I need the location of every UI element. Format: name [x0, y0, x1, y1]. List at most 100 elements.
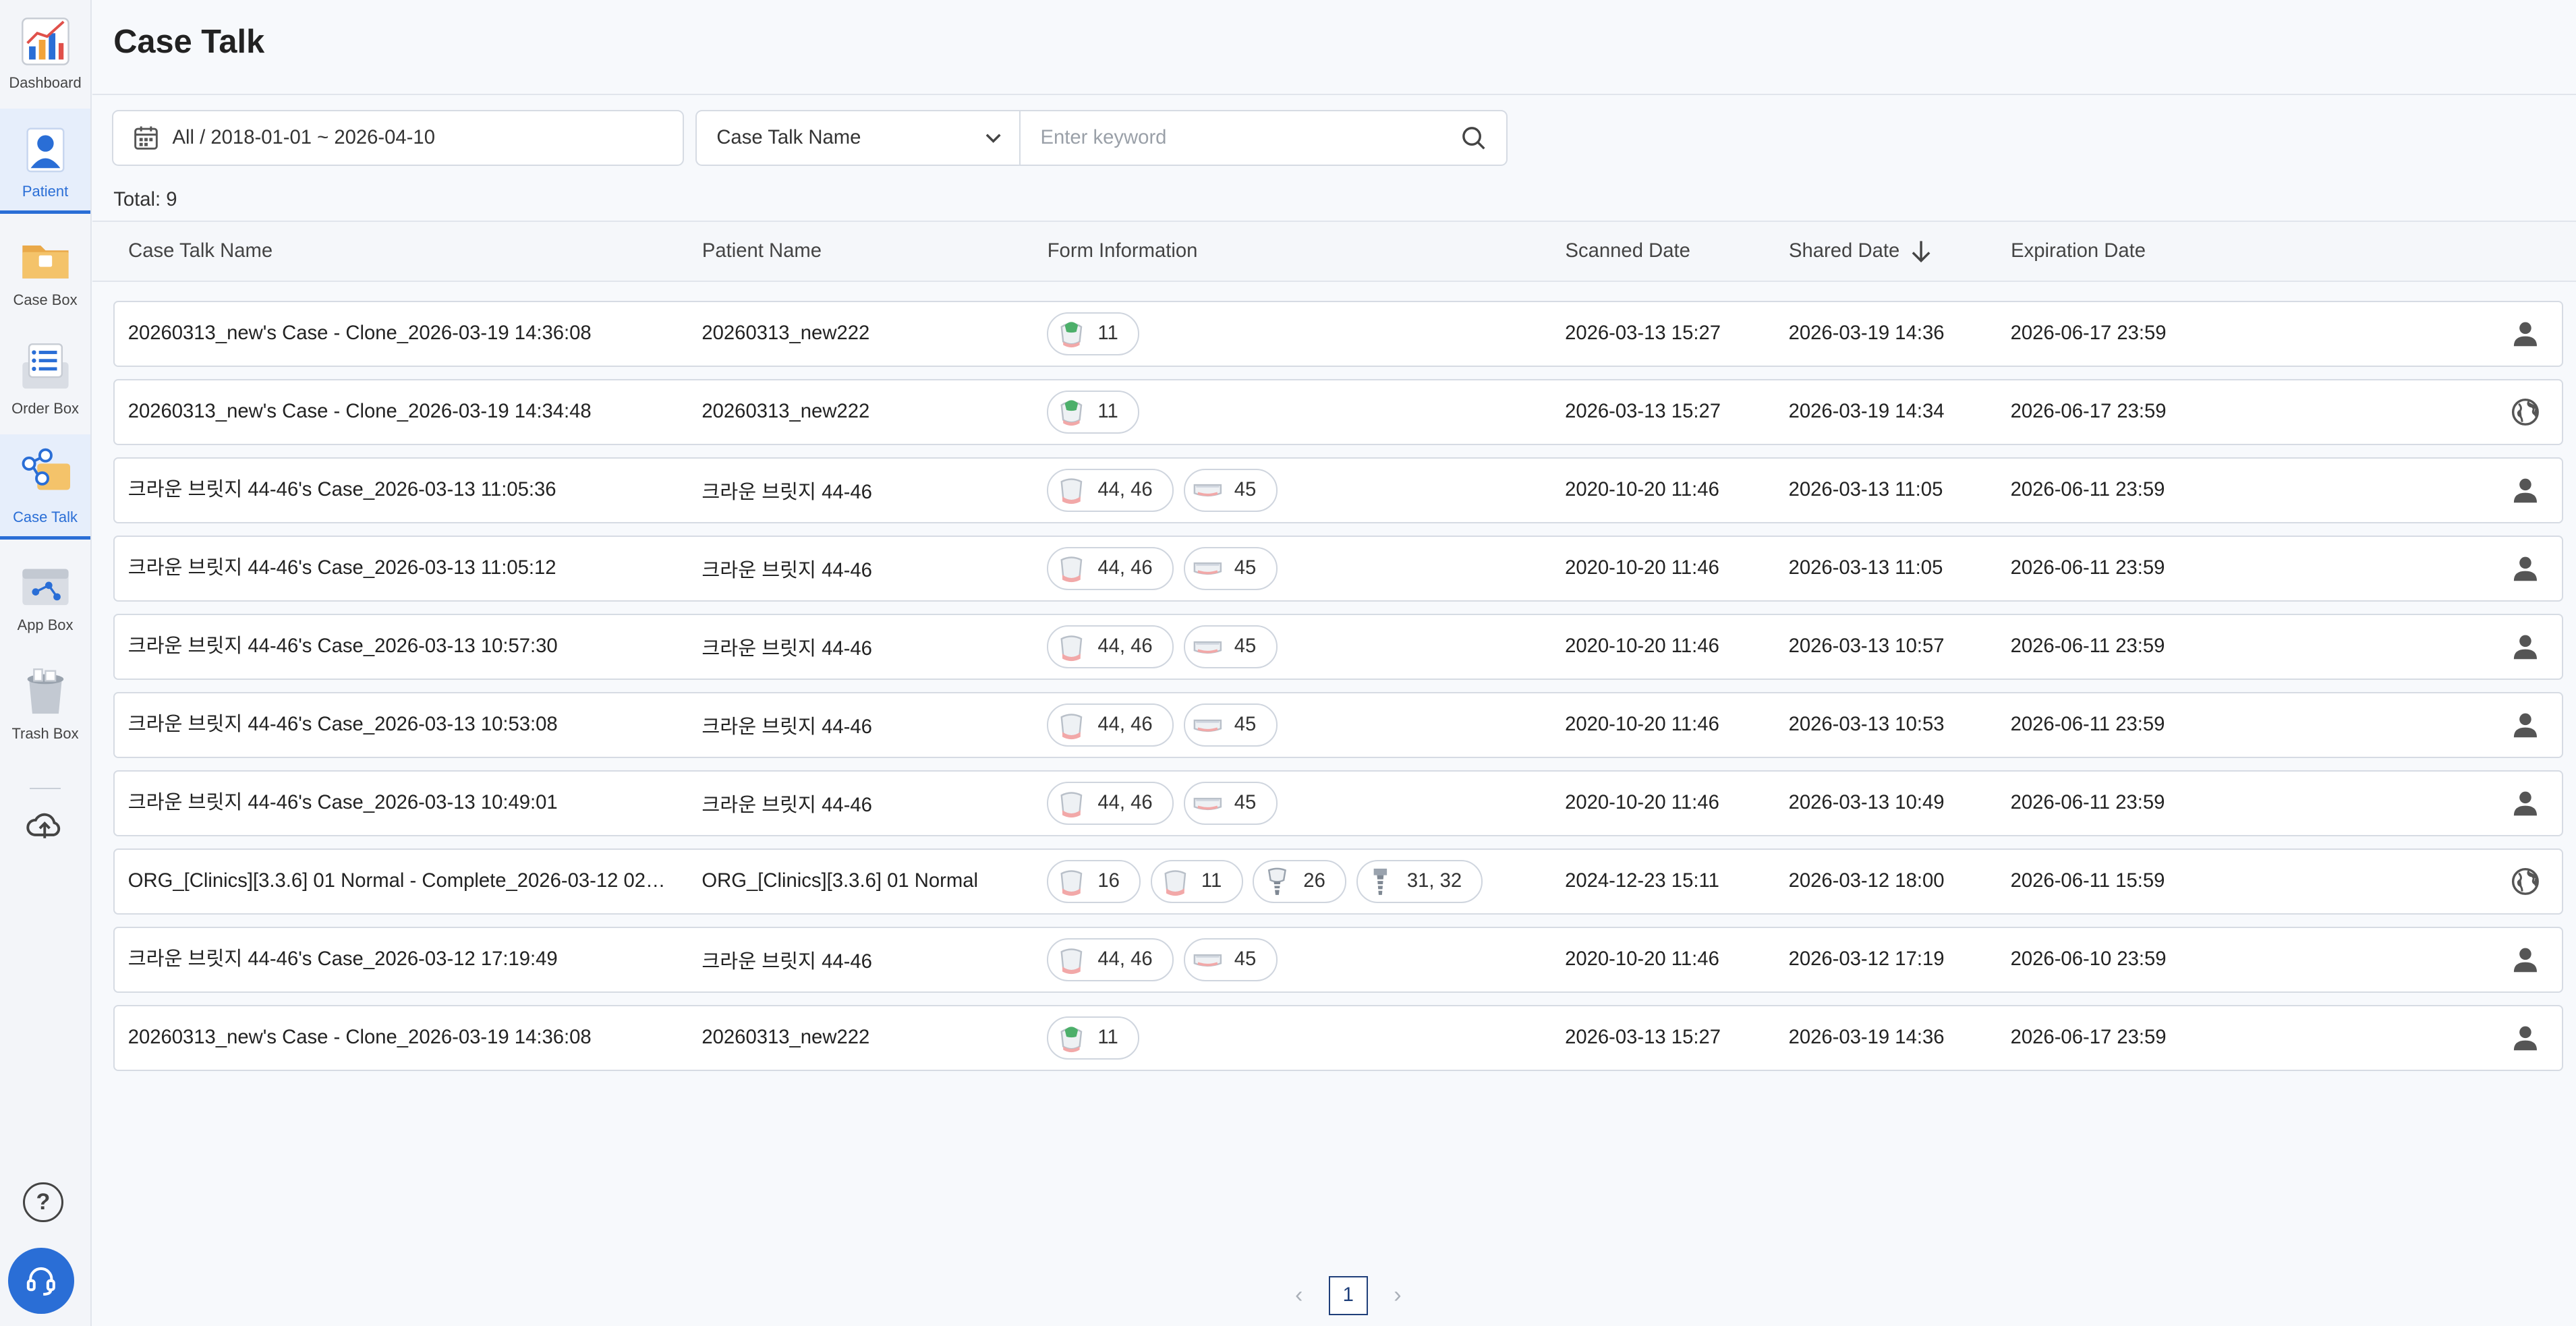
form-chip: 44, 46 [1047, 469, 1174, 512]
table-row[interactable]: 크라운 브릿지 44-46's Case_2026-03-13 10:53:08… [113, 692, 2563, 758]
date-range-filter[interactable]: All / 2018-01-01 ~ 2026-04-10 [111, 110, 684, 167]
form-information: 44, 46 45 [1047, 537, 1540, 600]
case-talk-name: 크라운 브릿지 44-46's Case_2026-03-13 11:05:12 [127, 557, 556, 579]
search-field-select[interactable]: Case Talk Name [697, 111, 1021, 165]
sidebar-item-order-box[interactable]: Order Box [0, 326, 90, 431]
crown-icon [1055, 552, 1097, 585]
crown-green-icon [1055, 317, 1097, 350]
table-row[interactable]: 크라운 브릿지 44-46's Case_2026-03-13 10:49:01… [113, 770, 2563, 836]
form-chip: 44, 46 [1047, 782, 1174, 825]
shared-date: 2026-03-13 10:53 [1788, 714, 1945, 736]
table-row[interactable]: 크라운 브릿지 44-46's Case_2026-03-12 17:19:49… [113, 927, 2563, 993]
case-talk-name: 크라운 브릿지 44-46's Case_2026-03-13 10:53:08 [127, 714, 558, 736]
sidebar-item-label: Case Talk [13, 508, 78, 525]
table-row[interactable]: 20260313_new's Case - Clone_2026-03-19 1… [113, 1005, 2563, 1071]
patient-name: 크라운 브릿지 44-46 [702, 559, 872, 581]
chevron-down-icon [985, 134, 1001, 144]
search-input[interactable] [1021, 111, 1441, 166]
help-icon[interactable]: ? [23, 1182, 63, 1223]
person-icon[interactable] [2511, 615, 2540, 679]
globe-icon[interactable] [2511, 380, 2540, 444]
sidebar-item-trash-box[interactable]: Trash Box [0, 651, 90, 756]
patient-name: 20260313_new222 [702, 322, 870, 345]
crown-icon [1055, 631, 1097, 664]
form-teeth: 44, 46 [1097, 557, 1153, 579]
support-button[interactable] [8, 1248, 74, 1314]
person-icon[interactable] [2511, 459, 2540, 522]
form-chip: 11 [1150, 860, 1243, 903]
person-icon[interactable] [2511, 1006, 2540, 1070]
sidebar-item-case-talk[interactable]: Case Talk [0, 434, 91, 540]
title-divider [92, 93, 2576, 96]
form-teeth: 45 [1234, 948, 1257, 971]
expiration-date: 2026-06-11 23:59 [2010, 479, 2165, 501]
person-icon[interactable] [2511, 302, 2540, 366]
sidebar-item-label: Order Box [11, 399, 79, 417]
sidebar-item-case-box[interactable]: Case Box [0, 217, 90, 322]
form-chip: 26 [1253, 860, 1347, 903]
table-header: Case Talk Name Patient Name Form Informa… [92, 220, 2576, 283]
scanned-date: 2024-12-23 15:11 [1565, 870, 1719, 892]
calendar-icon [134, 126, 158, 150]
patient-name: ORG_[Clinics][3.3.6] 01 Normal [702, 870, 979, 892]
sidebar-item-app-box[interactable]: App Box [0, 542, 90, 647]
column-header-shared-date[interactable]: Shared Date [1789, 222, 1933, 281]
person-icon[interactable] [2511, 693, 2540, 757]
table-row[interactable]: 크라운 브릿지 44-46's Case_2026-03-13 10:57:30… [113, 614, 2563, 680]
table-row[interactable]: 20260313_new's Case - Clone_2026-03-19 1… [113, 301, 2563, 367]
form-teeth: 11 [1097, 322, 1118, 345]
sidebar-item-dashboard[interactable]: Dashboard [0, 0, 90, 105]
form-information: 44, 46 45 [1047, 615, 1540, 679]
search-icon [1462, 127, 1485, 150]
form-teeth: 44, 46 [1097, 948, 1153, 971]
next-page-button[interactable]: › [1378, 1276, 1418, 1316]
globe-icon[interactable] [2511, 850, 2540, 913]
page-number-button[interactable]: 1 [1328, 1275, 1368, 1315]
patient-name: 크라운 브릿지 44-46 [702, 637, 872, 660]
expiration-date: 2026-06-11 23:59 [2010, 557, 2165, 579]
form-teeth: 44, 46 [1097, 635, 1153, 658]
prev-page-button[interactable]: ‹ [1279, 1276, 1319, 1316]
search-button[interactable] [1441, 111, 1507, 165]
shared-date: 2026-03-19 14:36 [1788, 1027, 1945, 1049]
person-icon[interactable] [2511, 537, 2540, 600]
scanned-date: 2020-10-20 11:46 [1565, 635, 1719, 658]
column-header-case-talk-name[interactable]: Case Talk Name [128, 222, 273, 281]
pontic-icon [1191, 944, 1234, 977]
column-header-expiration-date[interactable]: Expiration Date [2011, 222, 2146, 281]
form-chip: 44, 46 [1047, 703, 1174, 747]
sidebar-item-patient[interactable]: Patient [0, 108, 91, 214]
table-row[interactable]: 크라운 브릿지 44-46's Case_2026-03-13 11:05:36… [113, 457, 2563, 523]
column-header-patient-name[interactable]: Patient Name [702, 222, 822, 281]
sidebar-item-label: Dashboard [9, 74, 82, 92]
person-icon[interactable] [2511, 928, 2540, 991]
table-row[interactable]: ORG_[Clinics][3.3.6] 01 Normal - Complet… [113, 848, 2563, 915]
form-chip: 44, 46 [1047, 547, 1174, 590]
crown-green-icon [1055, 395, 1097, 428]
form-information: 11 [1047, 1006, 1540, 1070]
person-icon[interactable] [2511, 772, 2540, 835]
pagination: ‹ 1 › [1279, 1275, 1418, 1316]
form-chip: 31, 32 [1356, 860, 1483, 903]
crown-green-icon [1055, 1022, 1097, 1055]
expiration-date: 2026-06-11 23:59 [2010, 635, 2165, 658]
form-teeth: 11 [1097, 1027, 1118, 1049]
search-field-value: Case Talk Name [716, 127, 861, 149]
table-row[interactable]: 20260313_new's Case - Clone_2026-03-19 1… [113, 379, 2563, 445]
total-count: Total: 9 [113, 189, 177, 211]
shared-date: 2026-03-13 11:05 [1788, 479, 1943, 501]
date-range-value: All / 2018-01-01 ~ 2026-04-10 [172, 127, 435, 149]
crown-icon [1055, 473, 1097, 507]
shared-date: 2026-03-19 14:34 [1788, 401, 1945, 423]
form-teeth: 45 [1234, 714, 1257, 736]
sidebar-divider [29, 787, 61, 789]
table-row[interactable]: 크라운 브릿지 44-46's Case_2026-03-13 11:05:12… [113, 536, 2563, 602]
case-talk-name: 20260313_new's Case - Clone_2026-03-19 1… [127, 1027, 592, 1049]
form-chip: 45 [1183, 938, 1278, 981]
form-chip: 11 [1047, 391, 1139, 434]
column-header-scanned-date[interactable]: Scanned Date [1566, 222, 1690, 281]
form-chip: 11 [1047, 1016, 1139, 1060]
form-information: 44, 46 45 [1047, 928, 1540, 991]
cloud-upload-icon[interactable] [25, 805, 65, 845]
sort-descending-icon[interactable] [1910, 239, 1933, 263]
